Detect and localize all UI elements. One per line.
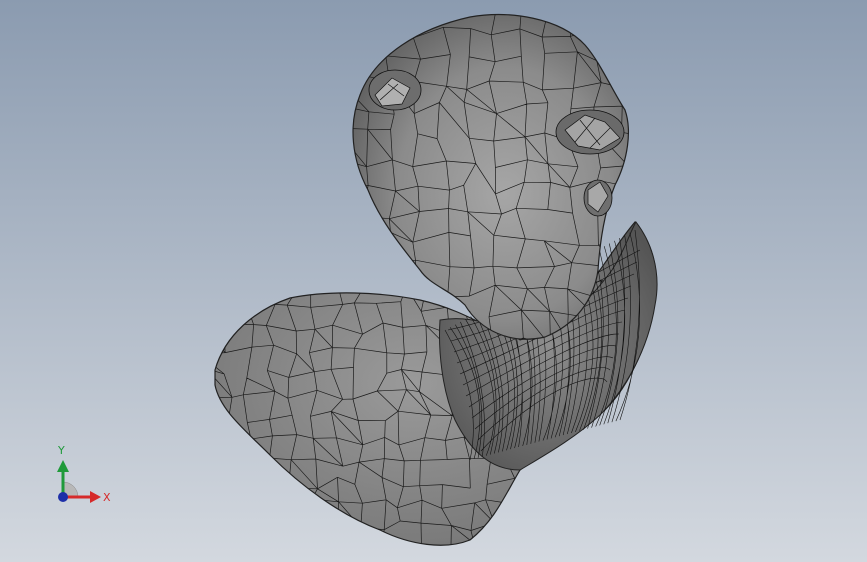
head-cavity-left bbox=[368, 69, 422, 111]
head-cavity-right bbox=[555, 109, 625, 155]
viewport-canvas[interactable]: Y X bbox=[0, 0, 867, 562]
y-axis-label: Y bbox=[57, 444, 65, 457]
graphics-viewport[interactable]: Y X bbox=[0, 0, 867, 562]
head-cavity-lower bbox=[583, 179, 613, 217]
x-axis-label: X bbox=[103, 491, 111, 504]
z-axis-dot bbox=[58, 492, 68, 502]
